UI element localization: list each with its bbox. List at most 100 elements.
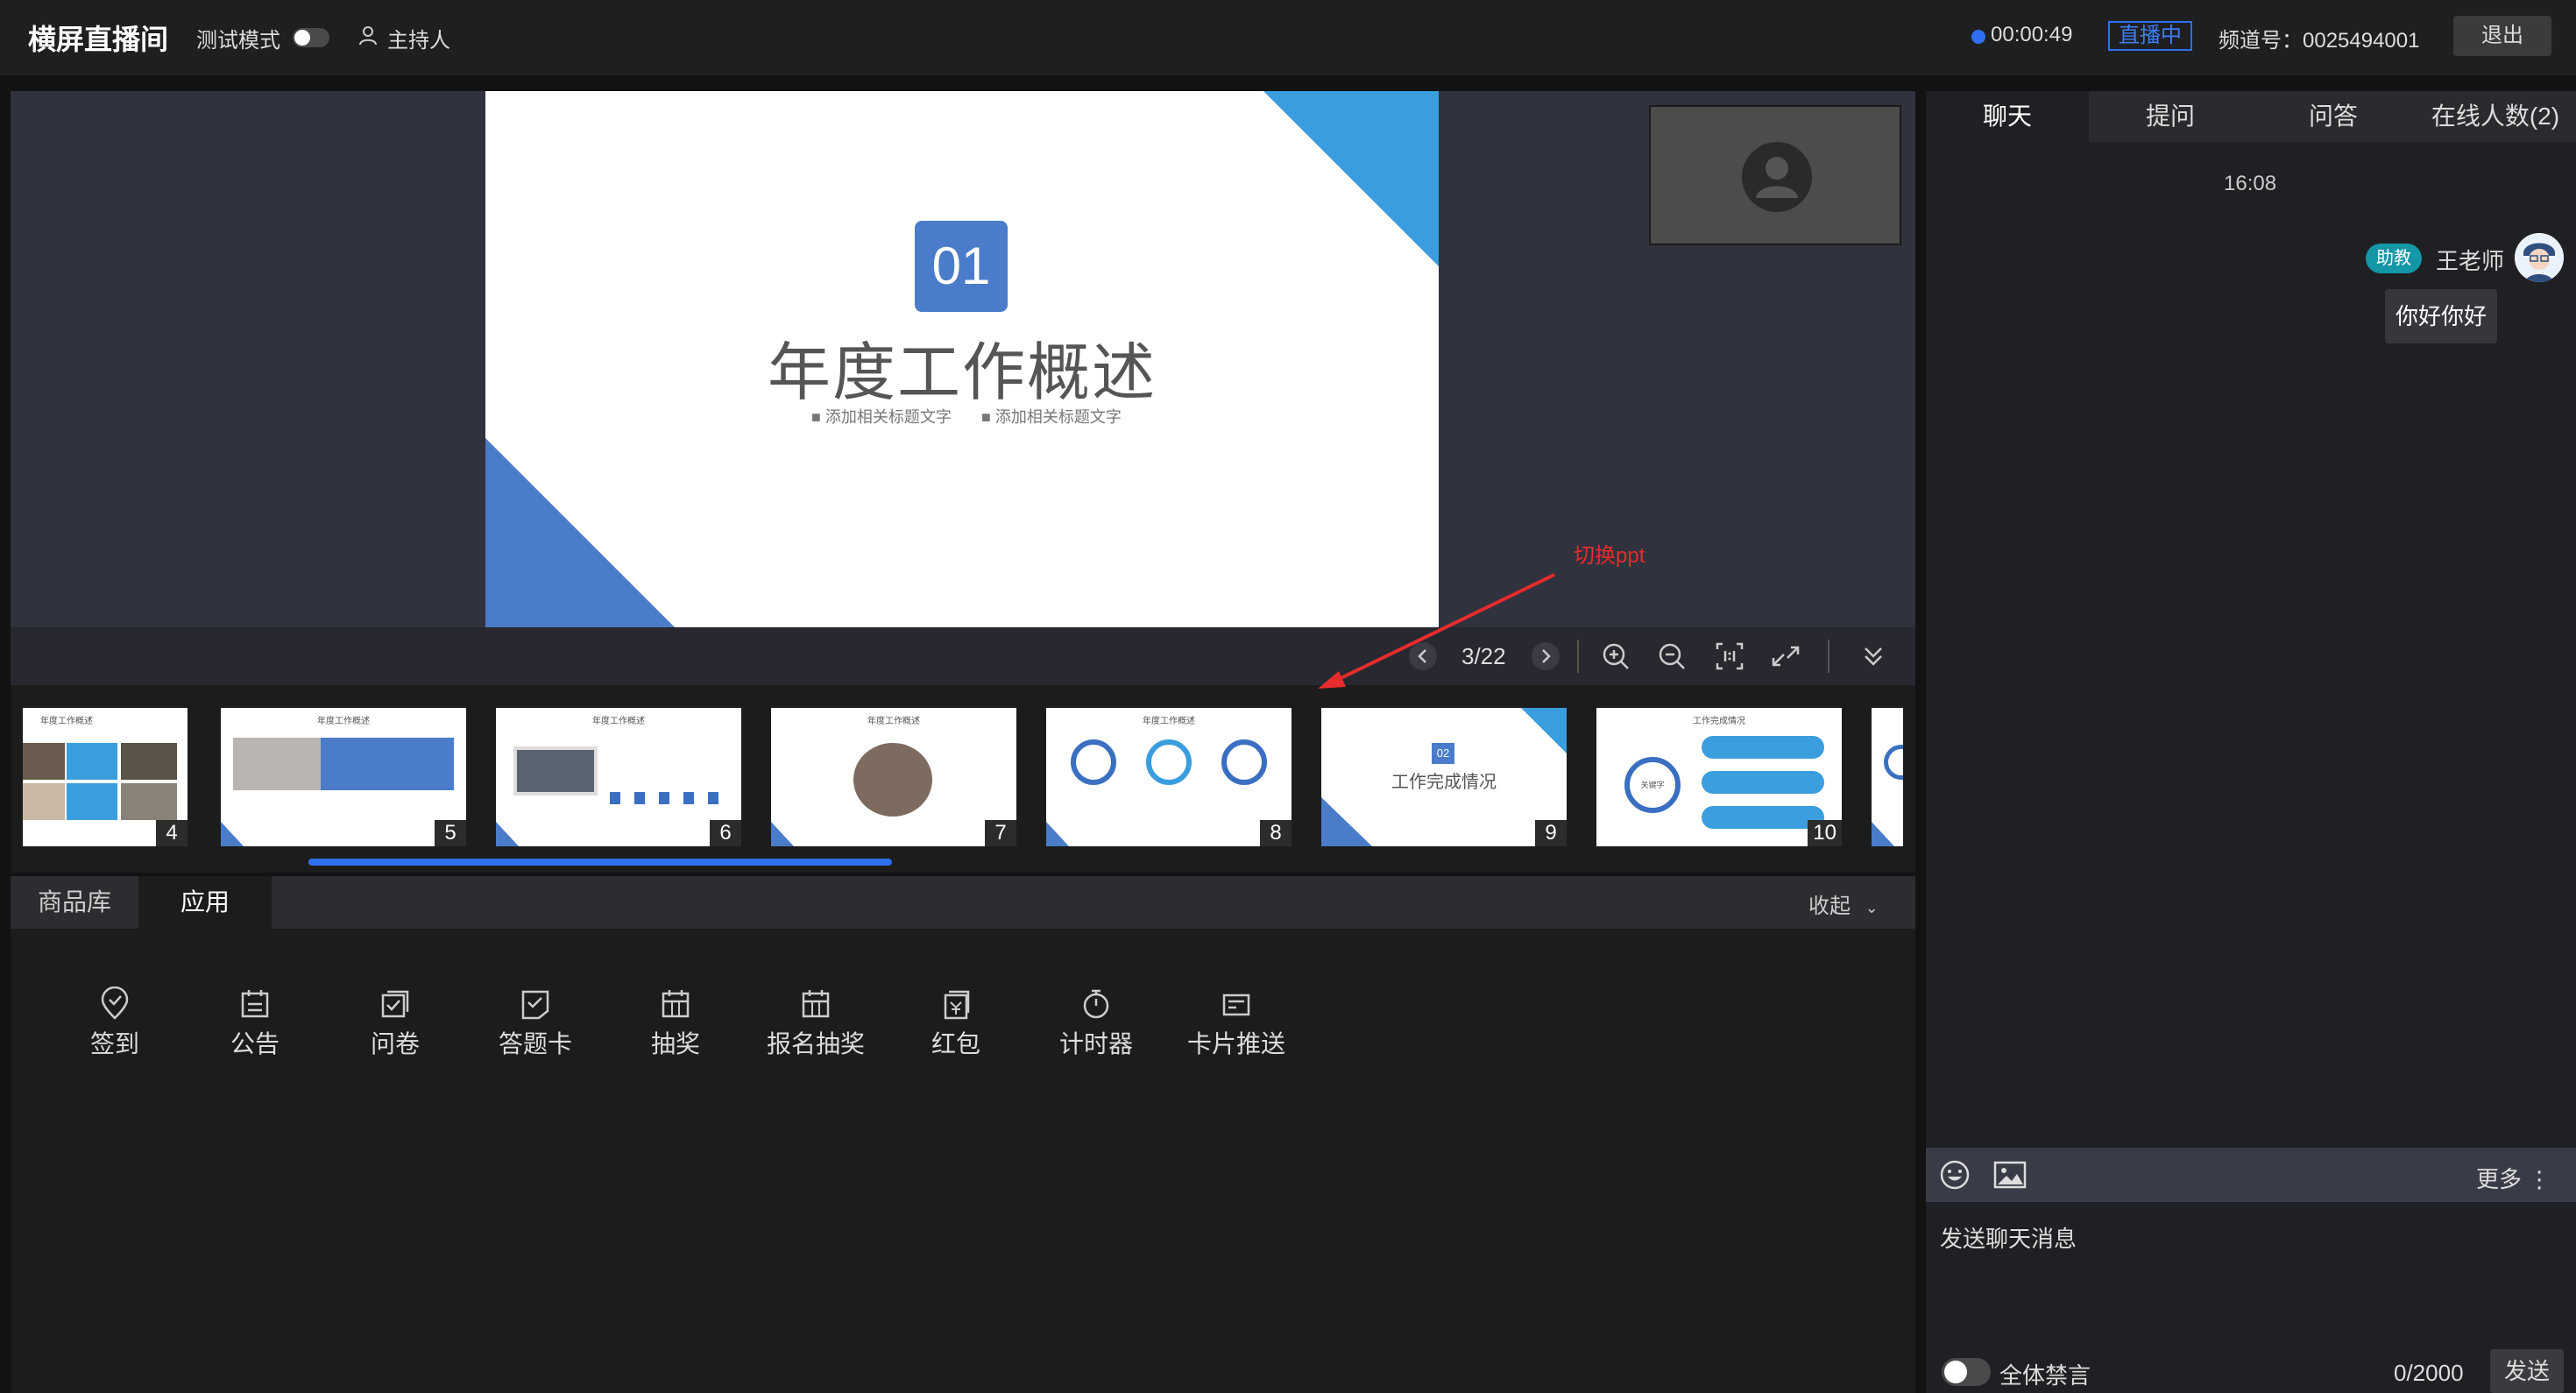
teacher-avatar-icon (2515, 233, 2564, 282)
thumbnail-scrollbar[interactable] (308, 859, 892, 866)
thumbnail-decoration (1046, 822, 1069, 846)
thumbnail-title: 年度工作概述 (317, 717, 370, 726)
prev-page-icon[interactable] (1405, 639, 1440, 674)
chat-input-toolbar: 更多 ⋮ (1926, 1148, 2576, 1202)
divider (1577, 640, 1579, 673)
app-lottery[interactable]: 抽奖 (619, 986, 732, 1065)
actual-size-icon[interactable] (1712, 639, 1747, 674)
thumbnail-circle (1071, 739, 1116, 785)
thumbnail-dots (610, 792, 724, 804)
send-button[interactable]: 发送 (2490, 1349, 2564, 1393)
zoom-in-icon[interactable] (1598, 639, 1633, 674)
slide-number-badge: 01 (915, 221, 1008, 312)
app-answer-card[interactable]: 答题卡 (478, 986, 592, 1065)
exit-button[interactable]: 退出 (2453, 16, 2551, 56)
card-push-icon (1222, 993, 1250, 1016)
app-timer[interactable]: 计时器 (1039, 986, 1153, 1065)
thumbnail-title: 年度工作概述 (592, 717, 645, 726)
tab-qa[interactable]: 问答 (2252, 91, 2415, 142)
slide-thumbnail[interactable]: 工作完成情况 关键字 10 (1596, 708, 1842, 846)
thumbnail-title: 年度工作概述 (1143, 717, 1195, 726)
channel-number: 频道号：0025494001 (2219, 29, 2420, 53)
app-label: 答题卡 (498, 1030, 572, 1057)
app-card-push[interactable]: 卡片推送 (1179, 986, 1293, 1065)
thumbnail-circle: 关键字 (1624, 757, 1681, 813)
thumbnail-decoration (1521, 708, 1567, 753)
zoom-out-icon[interactable] (1654, 639, 1689, 674)
mute-all-toggle[interactable] (1942, 1358, 1991, 1386)
announcement-icon (241, 990, 269, 1018)
tab-apps[interactable]: 应用 (138, 876, 272, 929)
thumbnail-circle (1221, 739, 1267, 785)
questionnaire-icon (381, 990, 409, 1018)
thumbnail-image (853, 743, 932, 817)
slide-thumbnail[interactable] (1872, 708, 1903, 846)
app-label: 红包 (931, 1030, 980, 1057)
chat-panel: 聊天 提问 问答 在线人数(2) 16:08 助教 王老师 你好你好 更多 ⋮ … (1926, 91, 2576, 1393)
thumbnail-title: 工作完成情况 (1391, 773, 1497, 792)
collapse-button[interactable]: 收起 ⌄ (1808, 888, 1879, 919)
thumbnail-block (321, 738, 454, 790)
check-in-icon (101, 986, 129, 1020)
thumbnail-bar (1702, 771, 1824, 794)
app-check-in[interactable]: 签到 (58, 986, 172, 1065)
camera-preview[interactable] (1649, 105, 1901, 245)
live-timer: 00:00:49 (1991, 23, 2073, 46)
slide-title: 年度工作概述 (767, 338, 1157, 408)
slide-thumbnail[interactable]: 年度工作概述 6 (496, 708, 741, 846)
app-signup-lottery[interactable]: 报名抽奖 (759, 986, 873, 1065)
tab-chat[interactable]: 聊天 (1926, 91, 2089, 142)
tab-goods-library[interactable]: 商品库 (11, 876, 138, 929)
app-label: 报名抽奖 (766, 1030, 865, 1057)
slide-thumbnail[interactable]: 年度工作概述 5 (221, 708, 466, 846)
message-timestamp: 16:08 (2224, 172, 2277, 195)
app-questionnaire[interactable]: 问卷 (338, 986, 452, 1065)
message-bubble: 你好你好 (2385, 289, 2497, 343)
app-red-packet[interactable]: 红包 (899, 986, 1013, 1065)
emoji-icon[interactable] (1938, 1158, 1971, 1191)
tab-online-users[interactable]: 在线人数(2) (2415, 91, 2576, 142)
slide-thumbnail[interactable]: 年度工作概述 7 (771, 708, 1016, 846)
slide-thumbnail[interactable]: 02 工作完成情况 9 (1321, 708, 1567, 846)
thumbnail-number: 10 (1808, 820, 1842, 846)
app-announcement[interactable]: 公告 (198, 986, 312, 1065)
host-role-label: 主持人 (387, 29, 450, 53)
thumbnail-image (23, 743, 65, 780)
test-mode-label: 测试模式 (196, 29, 280, 53)
thumbnail-image (233, 738, 321, 790)
thumbnail-bar (1702, 736, 1824, 759)
slide-thumbnail[interactable]: 年度工作概述 4 (23, 708, 188, 846)
chat-message-input[interactable] (1933, 1216, 2564, 1339)
app-label: 抽奖 (650, 1030, 700, 1057)
current-slide: 01 年度工作概述 ■ 添加相关标题文字 ■ 添加相关标题文字 (485, 91, 1439, 627)
test-mode-toggle[interactable] (293, 28, 329, 47)
live-indicator-dot (1971, 30, 1985, 44)
fit-screen-icon[interactable] (1768, 639, 1803, 674)
collapse-thumbnails-icon[interactable] (1856, 639, 1891, 674)
app-label: 计时器 (1058, 1030, 1133, 1057)
slide-subtitle: ■ 添加相关标题文字 (981, 408, 1122, 426)
slide-thumbnail[interactable]: 年度工作概述 8 (1046, 708, 1292, 846)
toggle-knob (1944, 1361, 1967, 1383)
thumbnail-badge: 02 (1432, 743, 1454, 764)
red-packet-icon (944, 990, 970, 1020)
thumbnail-image (121, 743, 177, 780)
avatar-placeholder-icon (1742, 142, 1812, 212)
thumbnail-circle (1146, 739, 1192, 785)
thumbnail-decoration (1872, 822, 1894, 846)
page-indicator: 3/22 (1461, 643, 1506, 669)
top-bar: 横屏直播间 测试模式 主持人 00:00:49 直播中 频道号：00254940… (0, 0, 2576, 75)
image-icon[interactable] (1992, 1158, 2028, 1191)
thumbnail-title: 年度工作概述 (867, 717, 920, 726)
tab-questions[interactable]: 提问 (2089, 91, 2252, 142)
next-page-icon[interactable] (1528, 639, 1563, 674)
more-options-button[interactable]: 更多 ⋮ (2476, 1162, 2551, 1194)
toggle-knob (294, 30, 310, 46)
app-title: 横屏直播间 (28, 24, 169, 55)
app-label: 公告 (230, 1030, 280, 1057)
thumbnail-number: 7 (985, 820, 1016, 846)
thumbnail-block (67, 783, 117, 820)
app-label: 卡片推送 (1186, 1030, 1285, 1057)
thumbnail-number: 4 (156, 820, 188, 846)
more-label: 更多 (2476, 1166, 2523, 1192)
